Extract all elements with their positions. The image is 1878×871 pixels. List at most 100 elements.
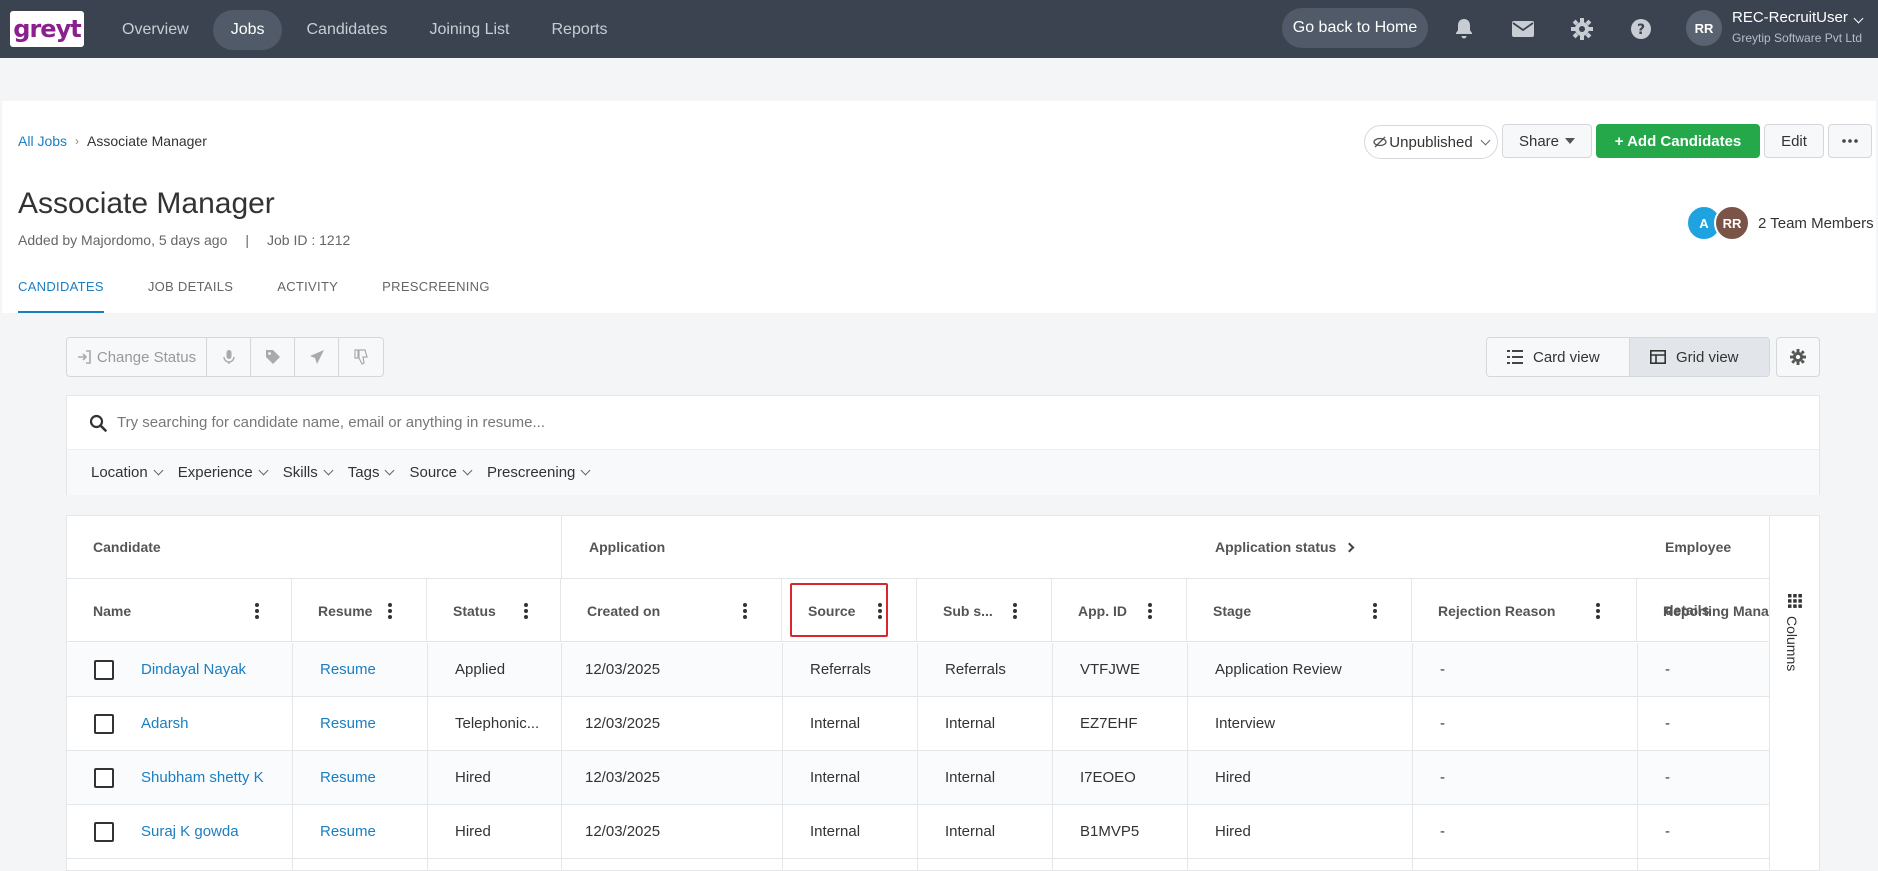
breadcrumb-all-jobs[interactable]: All Jobs xyxy=(18,133,67,149)
chevron-right-icon: › xyxy=(75,134,80,148)
kebab-menu-icon[interactable] xyxy=(388,603,392,619)
filter-skills[interactable]: Skills xyxy=(283,464,334,481)
candidate-name-link[interactable]: Shubham shetty K xyxy=(141,751,291,805)
nav-jobs[interactable]: Jobs xyxy=(212,10,283,50)
unpublished-dropdown[interactable]: Unpublished xyxy=(1364,125,1498,159)
team-members[interactable]: A RR 2 Team Members xyxy=(1686,205,1874,241)
card-view-button[interactable]: Card view xyxy=(1487,338,1629,376)
col-header-reporting-manager[interactable]: Reporting Manag... xyxy=(1637,579,1769,642)
nav-reports[interactable]: Reports xyxy=(533,10,625,50)
resume-link[interactable]: Resume xyxy=(320,805,376,859)
bell-icon[interactable] xyxy=(1449,14,1479,44)
thumbs-down-icon xyxy=(354,349,368,365)
col-header-name[interactable]: Name xyxy=(67,579,292,642)
thumbs-down-button[interactable] xyxy=(339,338,383,376)
nav-candidates[interactable]: Candidates xyxy=(288,10,405,50)
table-row[interactable]: Dindayal Nayak Resume Applied 12/03/2025… xyxy=(67,643,1769,697)
kebab-menu-icon[interactable] xyxy=(524,603,528,619)
filter-source[interactable]: Source xyxy=(409,464,473,481)
kebab-menu-icon[interactable] xyxy=(1373,603,1377,619)
tab-prescreening[interactable]: PRESCREENING xyxy=(382,279,490,313)
filter-location[interactable]: Location xyxy=(91,464,164,481)
col-header-status[interactable]: Status xyxy=(427,579,561,642)
row-checkbox[interactable] xyxy=(94,714,114,734)
change-status-button[interactable]: Change Status xyxy=(67,338,207,376)
resume-link[interactable]: Resume xyxy=(320,643,376,697)
kebab-menu-icon[interactable] xyxy=(743,603,747,619)
grid-view-button[interactable]: Grid view xyxy=(1629,338,1769,376)
gear-icon[interactable] xyxy=(1567,14,1597,44)
unpublished-label: Unpublished xyxy=(1389,133,1473,151)
filter-experience[interactable]: Experience xyxy=(178,464,269,481)
columns-toggle-panel[interactable]: Columns xyxy=(1769,516,1819,870)
col-header-resume[interactable]: Resume xyxy=(292,579,427,642)
help-icon[interactable]: ? xyxy=(1626,14,1656,44)
created-on-cell: 12/03/2025 xyxy=(585,769,661,786)
source-cell: Internal xyxy=(810,823,861,840)
candidate-name-link[interactable]: Suraj K gowda xyxy=(141,805,291,859)
table-icon xyxy=(1650,350,1666,364)
chevron-down-icon xyxy=(462,465,473,476)
nav-overview[interactable]: Overview xyxy=(104,10,207,50)
tab-candidates[interactable]: CANDIDATES xyxy=(18,279,104,313)
more-options-button[interactable] xyxy=(1828,124,1872,158)
group-application-status[interactable]: Application status xyxy=(1215,516,1355,579)
table-row[interactable]: Adarsh Resume Telephonic... 12/03/2025 I… xyxy=(67,697,1769,751)
filter-prescreening[interactable]: Prescreening xyxy=(487,464,591,481)
row-checkbox[interactable] xyxy=(94,768,114,788)
col-label: Status xyxy=(453,602,496,619)
user-avatar[interactable]: RR xyxy=(1686,10,1722,46)
nav-joining-list[interactable]: Joining List xyxy=(411,10,527,50)
resume-link[interactable]: Resume xyxy=(320,751,376,805)
candidate-name-link[interactable]: Adarsh xyxy=(141,697,291,751)
sub-source-cell: Referrals xyxy=(945,661,1006,678)
kebab-menu-icon[interactable] xyxy=(1596,603,1600,619)
row-checkbox[interactable] xyxy=(94,822,114,842)
kebab-menu-icon[interactable] xyxy=(255,603,259,619)
col-label: Rejection Reason xyxy=(1438,602,1556,619)
kebab-menu-icon[interactable] xyxy=(1013,603,1017,619)
greytip-logo[interactable]: greyt xyxy=(10,11,84,47)
send-button[interactable] xyxy=(295,338,339,376)
source-column-highlight xyxy=(790,583,888,637)
row-checkbox[interactable] xyxy=(94,660,114,680)
top-navbar: greyt Overview Jobs Candidates Joining L… xyxy=(0,0,1878,58)
columns-label: Columns xyxy=(1784,616,1800,672)
col-header-stage[interactable]: Stage xyxy=(1187,579,1412,642)
page-title: Associate Manager xyxy=(18,187,275,220)
go-back-home-button[interactable]: Go back to Home xyxy=(1282,8,1428,48)
col-header-app-id[interactable]: App. ID xyxy=(1052,579,1187,642)
col-header-created-on[interactable]: Created on xyxy=(561,579,782,642)
source-cell: Internal xyxy=(810,769,861,786)
candidate-name-link[interactable]: Dindayal Nayak xyxy=(141,643,291,697)
col-header-sub-source[interactable]: Sub s... xyxy=(917,579,1052,642)
add-candidates-button[interactable]: + Add Candidates xyxy=(1596,124,1760,158)
tab-activity[interactable]: ACTIVITY xyxy=(277,279,338,313)
stage-cell: Hired xyxy=(1215,769,1251,786)
group-application: Application xyxy=(589,539,666,555)
source-cell: Referrals xyxy=(810,661,871,678)
col-header-rejection-reason[interactable]: Rejection Reason xyxy=(1412,579,1637,642)
filter-tags[interactable]: Tags xyxy=(348,464,395,481)
tag-button[interactable] xyxy=(251,338,295,376)
mail-icon[interactable] xyxy=(1508,14,1538,44)
edit-button[interactable]: Edit xyxy=(1764,124,1824,158)
table-row[interactable]: Suraj K gowda Resume Hired 12/03/2025 In… xyxy=(67,805,1769,859)
resume-link[interactable]: Resume xyxy=(320,697,376,751)
rejection-reason-cell: - xyxy=(1440,715,1445,732)
share-button[interactable]: Share xyxy=(1502,124,1592,158)
user-name-dropdown[interactable]: REC-RecruitUser xyxy=(1732,9,1864,26)
kebab-menu-icon[interactable] xyxy=(1148,603,1152,619)
logo-text: greyt xyxy=(13,15,81,43)
grid-settings-button[interactable] xyxy=(1776,337,1820,377)
status-cell: Applied xyxy=(455,661,506,678)
created-on-cell: 12/03/2025 xyxy=(585,661,661,678)
tab-job-details[interactable]: JOB DETAILS xyxy=(148,279,233,313)
caret-down-icon xyxy=(1565,138,1576,144)
group-employee-details: Employee details xyxy=(1665,539,1732,618)
microphone-button[interactable] xyxy=(207,338,251,376)
stage-cell: Interview xyxy=(1215,715,1276,732)
eye-off-icon xyxy=(1373,136,1387,148)
candidate-search-input[interactable] xyxy=(117,414,1717,431)
table-row[interactable]: Shubham shetty K Resume Hired 12/03/2025… xyxy=(67,751,1769,805)
